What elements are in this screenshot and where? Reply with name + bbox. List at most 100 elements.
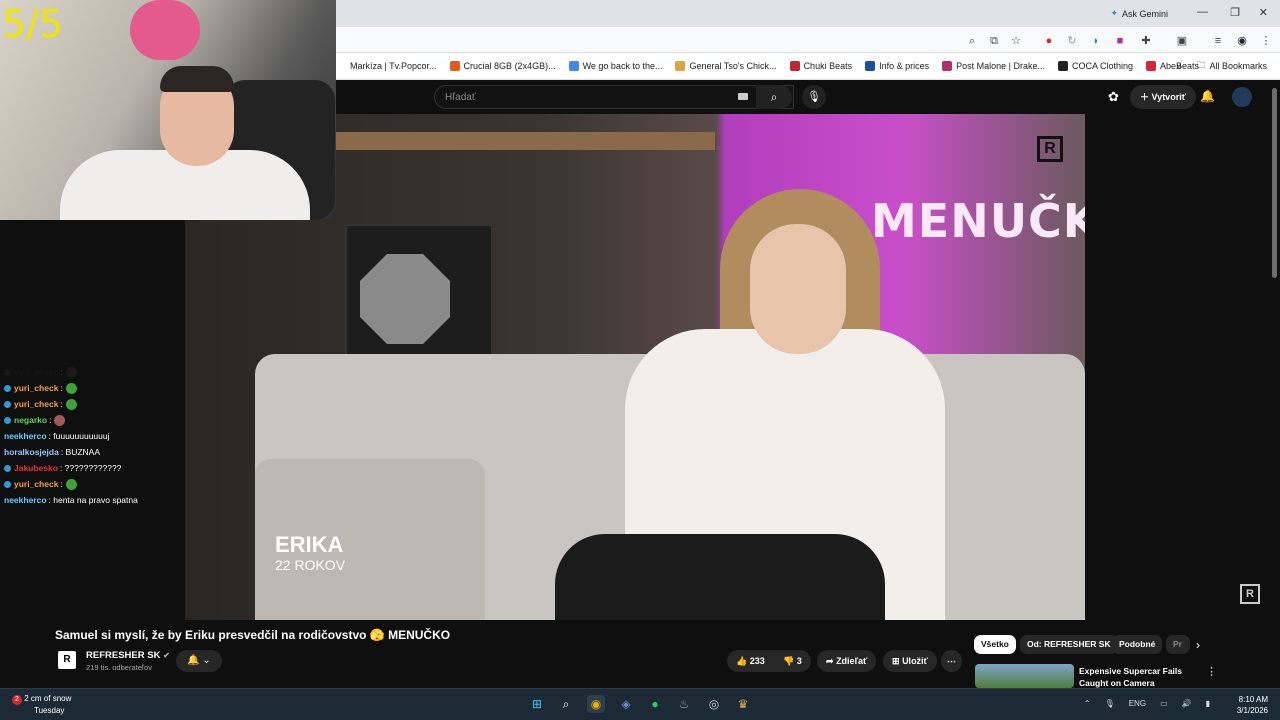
channel-name[interactable]: REFRESHER SK ✔: [86, 650, 170, 661]
chrome-menu-icon[interactable]: ⋮: [1260, 35, 1272, 47]
bookmark-item[interactable]: Crucial 8GB (2x4GB)...: [449, 61, 556, 71]
volume-icon[interactable]: 🔊: [1182, 699, 1192, 708]
game-launcher-icon[interactable]: ♛: [734, 695, 752, 713]
chat-username: neekherco: [4, 431, 47, 441]
taskbar-clock[interactable]: 8:10 AM 3/1/2026: [1237, 694, 1268, 716]
extension-purple-icon[interactable]: ■: [1114, 35, 1126, 47]
filter-chip[interactable]: Pr: [1166, 635, 1190, 654]
filter-chip[interactable]: Podobné: [1112, 635, 1163, 654]
share-button[interactable]: ➦ Zdieľať: [817, 650, 877, 672]
discord-icon[interactable]: ◈: [617, 695, 635, 713]
language-indicator[interactable]: ENG: [1129, 699, 1146, 708]
chrome-icon[interactable]: ◉: [587, 695, 605, 713]
subscription-bell-button[interactable]: 🔔 ⌄: [176, 650, 222, 672]
extension-opera-icon[interactable]: ●: [1043, 35, 1055, 47]
bookmark-item[interactable]: Post Malone | Drake...: [942, 61, 1045, 71]
mic-tray-icon[interactable]: 🎙: [1105, 699, 1115, 708]
keyboard-icon[interactable]: [738, 93, 748, 100]
chips-next-icon[interactable]: ›: [1196, 638, 1200, 652]
chat-username: yuri_check: [14, 479, 59, 489]
save-button[interactable]: ⊞ Uložiť: [883, 650, 937, 672]
search-icon[interactable]: ⌕: [557, 695, 575, 713]
battery-icon[interactable]: ▮: [1206, 699, 1210, 708]
page-scrollbar[interactable]: [1272, 88, 1277, 278]
spotify-icon[interactable]: ●: [646, 695, 664, 713]
bookmarks-bar: Markíza | Tv.Popcor... Crucial 8GB (2x4GB…: [336, 53, 1280, 80]
recommendation-menu-icon[interactable]: ⋮: [1206, 665, 1217, 678]
chat-username: yuri_check: [14, 367, 59, 377]
channel-watermark[interactable]: R: [1240, 584, 1260, 604]
close-icon[interactable]: ✕: [1259, 6, 1268, 19]
bookmark-item[interactable]: AbeBeats: [1146, 61, 1199, 71]
start-icon[interactable]: ⊞: [528, 695, 546, 713]
recommendation-thumbnail[interactable]: [975, 664, 1074, 688]
zoom-icon[interactable]: ⌕: [966, 35, 978, 47]
network-icon[interactable]: ▭: [1160, 699, 1168, 708]
bookmark-item[interactable]: Chuki Beats: [789, 61, 853, 71]
bookmark-favicon-icon: [336, 61, 346, 71]
search-button[interactable]: ⌕: [756, 85, 792, 109]
filter-chip[interactable]: Od: REFRESHER SK: [1020, 635, 1118, 654]
refresher-logo: R: [1037, 136, 1063, 162]
browser-titlebar: ✦ Ask Gemini — ❐ ✕: [336, 0, 1280, 27]
share-label: Zdieľať: [836, 656, 868, 666]
chat-text: :: [60, 399, 63, 409]
video-title: Samuel si myslí, že by Eriku presvedčil …: [55, 628, 451, 642]
channel-avatar[interactable]: R: [58, 651, 76, 669]
like-button[interactable]: 👍 233: [727, 650, 774, 672]
all-bookmarks-label: All Bookmarks: [1209, 61, 1267, 71]
chat-message: yuri_check:: [4, 364, 184, 380]
channel-name-text: REFRESHER SK: [86, 650, 161, 661]
search-icon: ⌕: [770, 90, 778, 104]
browser-toolbar: [336, 27, 1280, 53]
video-scene-face: [750, 224, 846, 354]
gems-icon[interactable]: ✿: [1108, 89, 1119, 105]
extension-arrow-icon[interactable]: ↻: [1066, 35, 1078, 47]
bookmark-item[interactable]: Markíza | Tv.Popcor...: [336, 61, 437, 71]
weather-temp: 2 cm of snow: [24, 694, 72, 703]
chat-badge-icon: [4, 480, 11, 488]
sidepanel-icon[interactable]: ▣: [1176, 35, 1188, 47]
bookmark-label: Crucial 8GB (2x4GB)...: [463, 61, 556, 71]
maximize-icon[interactable]: ❐: [1230, 6, 1240, 19]
filter-chip[interactable]: Všetko: [974, 635, 1016, 654]
minimize-icon[interactable]: —: [1197, 6, 1208, 18]
extensions-puzzle-icon[interactable]: ✚: [1140, 35, 1152, 47]
folder-icon: 🗀: [1196, 60, 1206, 70]
media-control-icon[interactable]: ≡: [1212, 35, 1224, 47]
more-actions-button[interactable]: ⋯: [941, 650, 962, 672]
bookmark-item[interactable]: Info & prices: [865, 61, 929, 71]
bookmark-favicon-icon: [942, 61, 953, 71]
extension-blue-icon[interactable]: ◗: [1090, 35, 1102, 47]
steam-icon[interactable]: ♨: [675, 695, 693, 713]
install-icon[interactable]: ⧉: [988, 35, 1000, 47]
bookmark-label: Chuki Beats: [803, 61, 853, 71]
chat-message: horalkosjejda: BUZNAA: [4, 444, 184, 460]
bookmark-item[interactable]: General Tso's Chick...: [675, 61, 777, 71]
lower-third-name: ERIKA: [275, 532, 344, 557]
bookmarks-overflow-icon[interactable]: »: [1176, 61, 1182, 72]
obs-icon[interactable]: ◎: [705, 695, 723, 713]
dislike-button[interactable]: 👎 3: [774, 650, 811, 672]
notifications-icon[interactable]: 🔔: [1200, 89, 1215, 103]
recommendation-title[interactable]: Expensive Supercar Fails Caught on Camer…: [1079, 665, 1209, 689]
weather-widget[interactable]: 2 2 cm of snow Tuesday: [12, 693, 71, 716]
voice-search-button[interactable]: 🎙: [802, 85, 826, 109]
bookmark-star-icon[interactable]: ☆: [1010, 35, 1022, 47]
save-label: Uložiť: [902, 656, 928, 666]
profile-avatar-icon[interactable]: ◉: [1236, 35, 1248, 47]
thumb-down-icon: 👎: [783, 656, 795, 666]
chat-badge-icon: [4, 368, 11, 376]
account-avatar[interactable]: [1232, 87, 1252, 107]
bookmark-item[interactable]: We go back to the...: [568, 61, 662, 71]
chat-message: negarko:: [4, 412, 184, 428]
chat-text: : fuuuuuuuuuuuj: [48, 431, 110, 441]
bookmark-favicon-icon: [675, 61, 686, 71]
bookmark-favicon-icon: [568, 61, 579, 71]
ask-gemini-button[interactable]: ✦ Ask Gemini: [1110, 8, 1168, 19]
create-button[interactable]: ＋ Vytvoriť: [1130, 85, 1197, 109]
tray-overflow-icon[interactable]: ⌃: [1084, 699, 1091, 708]
chat-text: :: [49, 415, 52, 425]
bookmark-item[interactable]: COCA Clothing: [1058, 61, 1133, 71]
all-bookmarks-button[interactable]: 🗀 All Bookmarks: [1196, 58, 1267, 74]
